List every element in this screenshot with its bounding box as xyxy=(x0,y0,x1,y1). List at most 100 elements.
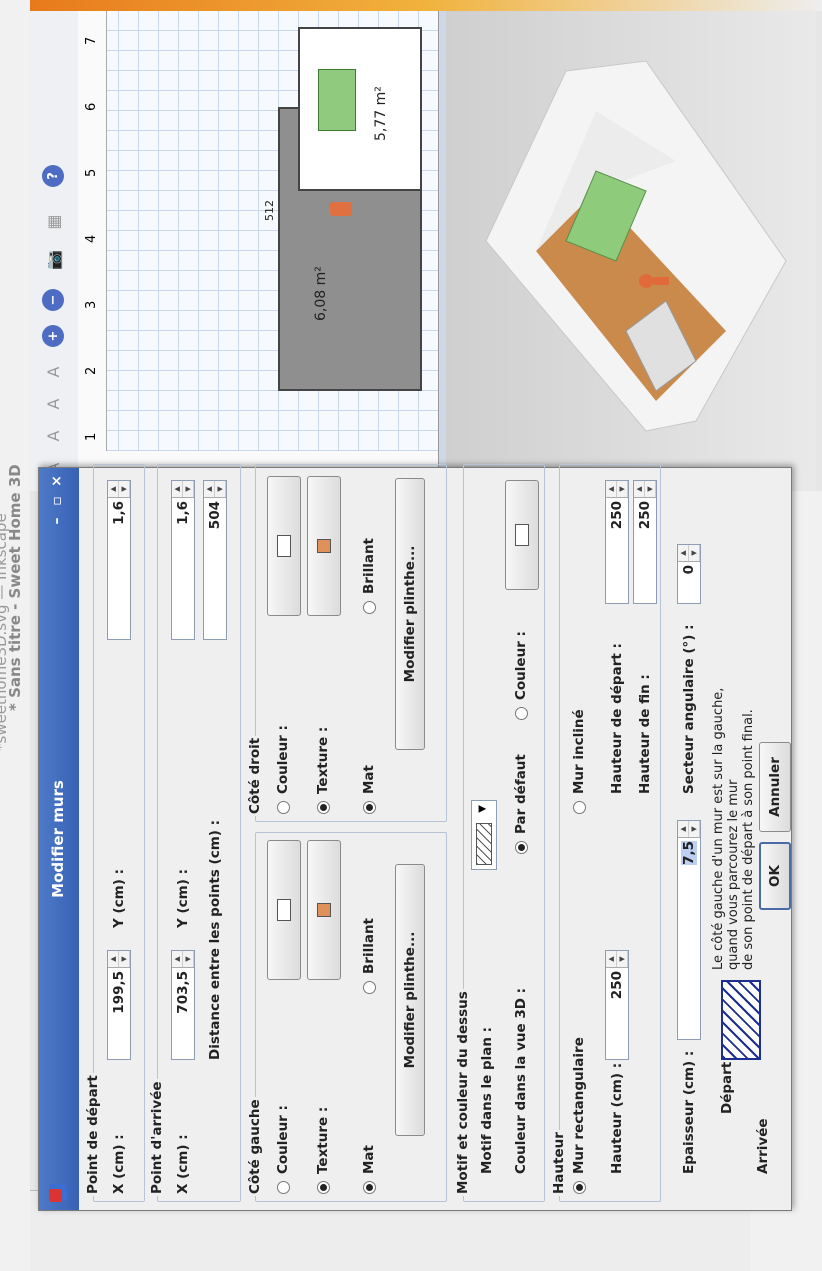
chevron-down-icon: ▼ xyxy=(477,805,488,813)
start-label: Départ xyxy=(719,1061,735,1114)
right-color-label[interactable]: Couleur : xyxy=(275,725,291,794)
default-color-radio[interactable] xyxy=(515,841,528,854)
left-color-button[interactable] xyxy=(267,840,301,980)
left-shiny-label[interactable]: Brillant xyxy=(361,918,377,974)
right-shiny-label[interactable]: Brillant xyxy=(361,538,377,594)
left-matte-label[interactable]: Mat xyxy=(361,1145,377,1174)
end-x-spinner[interactable]: 703,5 ▲ ▼ xyxy=(171,950,195,1060)
text-style-icon[interactable]: A xyxy=(38,421,68,451)
start-x-spinner[interactable]: 199,5 ▲ ▼ xyxy=(107,950,131,1060)
start-point-title: Point de départ xyxy=(85,1073,101,1196)
right-matte-label[interactable]: Mat xyxy=(361,765,377,794)
white-swatch xyxy=(277,899,291,921)
right-color-radio[interactable] xyxy=(277,801,290,814)
help-icon[interactable]: ? xyxy=(38,161,68,191)
spinner-arrows[interactable]: ▲ ▼ xyxy=(108,951,130,968)
right-color-button[interactable] xyxy=(267,476,301,616)
pattern-combo[interactable]: ▼ xyxy=(471,800,497,870)
room-2[interactable] xyxy=(298,27,422,191)
rectangular-wall-label[interactable]: Mur rectangulaire xyxy=(571,1037,587,1174)
person-icon[interactable] xyxy=(330,202,352,216)
default-color-label[interactable]: Par défaut xyxy=(513,754,529,834)
distance-value: 504 xyxy=(207,501,223,530)
right-texture-button[interactable] xyxy=(307,476,341,616)
left-texture-label[interactable]: Texture : xyxy=(315,1107,331,1174)
zoom-in-icon[interactable]: + xyxy=(38,321,68,351)
app-window-title: * Sans titre - Sweet Home 3D xyxy=(6,464,24,711)
ruler-tick-label: 5 xyxy=(84,168,99,177)
spinner-arrows[interactable]: ▲ ▼ xyxy=(678,821,700,838)
left-color-radio[interactable] xyxy=(277,1181,290,1194)
sloping-wall-label[interactable]: Mur incliné xyxy=(571,709,587,794)
close-icon[interactable]: × xyxy=(48,472,66,490)
right-baseboard-button[interactable]: Modifier plinthe... xyxy=(395,478,425,750)
left-color-label[interactable]: Couleur : xyxy=(275,1105,291,1174)
top-color-radio[interactable] xyxy=(515,707,528,720)
spinner-arrows[interactable]: ▲ ▼ xyxy=(172,481,194,498)
arc-value: 0 xyxy=(681,565,697,575)
thickness-value: 7,5 xyxy=(681,841,697,865)
start-height-label: Hauteur de départ : xyxy=(609,643,625,794)
left-texture-button[interactable] xyxy=(307,840,341,980)
left-texture-radio[interactable] xyxy=(317,1181,330,1194)
wall-direction-icon xyxy=(721,980,761,1060)
color3d-label: Couleur dans la vue 3D : xyxy=(513,987,529,1174)
video-icon[interactable]: ▦ xyxy=(38,207,68,237)
end-height-value: 250 xyxy=(637,501,653,530)
horizontal-ruler: 1 2 3 4 5 6 7 xyxy=(78,0,107,451)
height-spinner[interactable]: 250 ▲ ▼ xyxy=(605,950,629,1060)
3d-house-render xyxy=(485,60,787,432)
maximize-icon[interactable]: ▫ xyxy=(48,492,66,510)
thickness-label: Epaisseur (cm) : xyxy=(681,1050,697,1174)
top-color-button[interactable] xyxy=(505,480,539,590)
end-y-spinner[interactable]: 1,6 ▲ ▼ xyxy=(171,480,195,640)
spinner-arrows[interactable]: ▲ ▼ xyxy=(204,481,226,498)
top-color-label[interactable]: Couleur : xyxy=(513,631,529,700)
start-height-value: 250 xyxy=(609,501,625,530)
ok-button[interactable]: OK xyxy=(759,842,791,910)
distance-spinner[interactable]: 504 ▲ ▼ xyxy=(203,480,227,640)
zoom-out-icon[interactable]: − xyxy=(38,285,68,315)
distance-label: Distance entre les points (cm) : xyxy=(207,819,223,1060)
spinner-arrows[interactable]: ▲ ▼ xyxy=(678,545,700,562)
3d-view[interactable] xyxy=(446,0,816,491)
spinner-arrows[interactable]: ▲ ▼ xyxy=(606,481,628,498)
spinner-arrows[interactable]: ▲ ▼ xyxy=(172,951,194,968)
start-height-spinner[interactable]: 250 ▲ ▼ xyxy=(605,480,629,604)
end-label: Arrivée xyxy=(755,1118,771,1174)
end-height-spinner[interactable]: 250 ▲ ▼ xyxy=(633,480,657,604)
plan-view[interactable]: 1 2 3 4 5 6 7 6,08 m² 5,77 m² 512 xyxy=(78,0,438,451)
right-matte-radio[interactable] xyxy=(363,801,376,814)
ruler-tick-label: 2 xyxy=(84,366,99,375)
left-matte-radio[interactable] xyxy=(363,1181,376,1194)
right-texture-label[interactable]: Texture : xyxy=(315,727,331,794)
left-baseboard-button[interactable]: Modifier plinthe... xyxy=(395,864,425,1136)
rectangular-wall-radio[interactable] xyxy=(573,1181,586,1194)
right-shiny-radio[interactable] xyxy=(363,601,376,614)
wall-dimension: 512 xyxy=(263,200,276,221)
left-shiny-radio[interactable] xyxy=(363,981,376,994)
right-texture-radio[interactable] xyxy=(317,801,330,814)
start-x-label: X (cm) : xyxy=(111,1134,127,1194)
start-y-label: Y (cm) : xyxy=(111,869,127,928)
spinner-arrows[interactable]: ▲ ▼ xyxy=(606,951,628,968)
note-line-3: de son point de départ à son point final… xyxy=(741,709,756,970)
minimize-icon[interactable]: – xyxy=(48,512,66,530)
bed-icon[interactable] xyxy=(318,69,356,131)
spinner-arrows[interactable]: ▲ ▼ xyxy=(108,481,130,498)
note-line-1: Le côté gauche d'un mur est sur la gauch… xyxy=(711,687,726,970)
modify-walls-dialog: Modifier murs – ▫ × Point de départ X (c… xyxy=(38,464,792,1211)
spinner-arrows[interactable]: ▲ ▼ xyxy=(634,481,656,498)
dialog-titlebar[interactable]: Modifier murs – ▫ × xyxy=(39,468,79,1210)
photo-icon[interactable]: 📷 xyxy=(38,245,68,275)
cancel-button[interactable]: Annuler xyxy=(759,742,791,832)
height-title: Hauteur xyxy=(551,1130,567,1196)
white-swatch xyxy=(515,524,529,546)
thickness-spinner[interactable]: 7,5 ▲ ▼ xyxy=(677,820,701,1040)
increase-text-icon[interactable]: A xyxy=(38,389,68,419)
start-y-spinner[interactable]: 1,6 ▲ ▼ xyxy=(107,480,131,640)
decrease-text-icon[interactable]: A xyxy=(38,357,68,387)
arc-spinner[interactable]: 0 ▲ ▼ xyxy=(677,544,701,604)
sloping-wall-radio[interactable] xyxy=(573,801,586,814)
room-1-area: 6,08 m² xyxy=(313,266,329,321)
